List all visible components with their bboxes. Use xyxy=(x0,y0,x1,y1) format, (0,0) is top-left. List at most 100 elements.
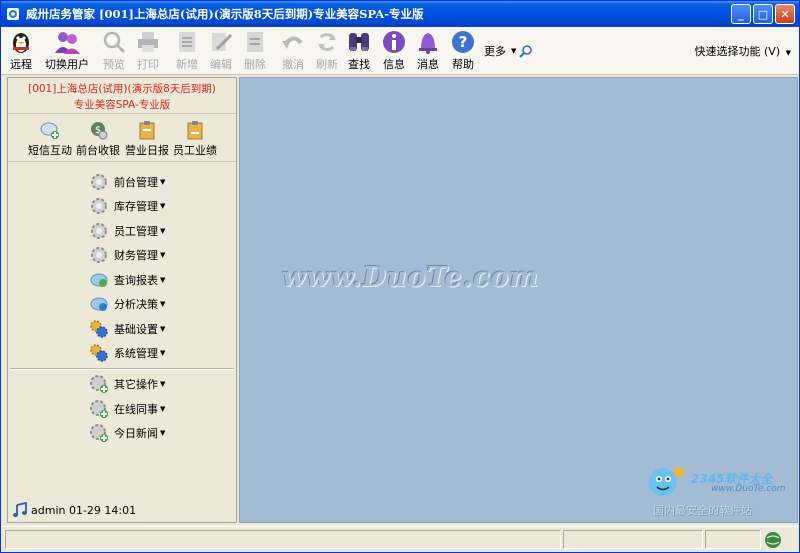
chevron-down-icon: ▼ xyxy=(160,202,166,210)
menu-label: 在线同事 xyxy=(114,403,158,416)
user-status-text: admin 01-29 14:01 xyxy=(31,503,137,517)
music-note-icon[interactable] xyxy=(12,502,28,518)
quick-select-menu[interactable]: 快速选择功能 (V) ▼ xyxy=(695,43,792,59)
menu-label: 其它操作 xyxy=(114,378,158,391)
chevron-down-icon: ▼ xyxy=(511,47,517,55)
shop-name-line2: 专业美容SPA-专业版 xyxy=(73,99,171,111)
preview-magnifier-icon xyxy=(103,31,126,54)
chevron-down-icon: ▼ xyxy=(160,251,166,259)
chevron-down-icon: ▼ xyxy=(785,49,791,57)
shortcut-label: 短信互动 xyxy=(28,144,72,157)
toolbar-preview-button[interactable]: 预览 xyxy=(100,29,128,72)
menu-basic-settings[interactable]: 基础设置 ▼ xyxy=(88,318,165,340)
binoculars-icon xyxy=(349,33,369,51)
chevron-down-icon: ▼ xyxy=(160,276,166,284)
shop-name-line1: [001]上海总店(试用)(演示版8天后到期) xyxy=(28,83,216,95)
gear-icon xyxy=(91,223,107,239)
shortcut-label: 员工业绩 xyxy=(173,144,217,157)
title-bar[interactable]: 威卅店务管家 [001]上海总店(试用)(演示版8天后到期)专业美容SPA-专业… xyxy=(1,1,799,27)
toolbar-add-button[interactable]: 新增 xyxy=(173,29,201,72)
edit-document-icon xyxy=(212,33,233,51)
toolbar-label: 消息 xyxy=(417,58,439,71)
toolbar-delete-button[interactable]: 删除 xyxy=(241,29,269,72)
app-icon xyxy=(7,8,19,20)
toolbar-help-button[interactable]: ? 帮助 xyxy=(449,29,477,72)
toolbar-remote-button[interactable]: 远程 xyxy=(7,29,35,72)
chevron-down-icon: ▼ xyxy=(160,349,166,357)
toolbar-refresh-button[interactable]: 刷新 xyxy=(313,29,341,72)
staff-performance-icon xyxy=(187,121,203,140)
menu-query-report[interactable]: 查询报表 ▼ xyxy=(88,269,165,291)
menu-today-news[interactable]: 今日新闻 ▼ xyxy=(88,422,165,444)
menu-staff[interactable]: 员工管理 ▼ xyxy=(88,220,165,242)
menu-finance[interactable]: 财务管理 ▼ xyxy=(88,244,165,266)
chevron-down-icon: ▼ xyxy=(160,325,166,333)
shortcut-daily-report[interactable]: 营业日报 xyxy=(125,120,169,158)
app-window: 威卅店务管家 [001]上海总店(试用)(演示版8天后到期)专业美容SPA-专业… xyxy=(0,0,800,553)
status-bar xyxy=(1,526,799,552)
menu-online-colleagues[interactable]: 在线同事 ▼ xyxy=(88,398,165,420)
gear-icon xyxy=(91,247,107,263)
gear-icon xyxy=(91,174,107,190)
undo-icon xyxy=(282,36,303,49)
chevron-down-icon: ▼ xyxy=(160,405,166,413)
toolbar-undo-button[interactable]: 撤消 xyxy=(279,29,307,72)
cartoon-logo-icon xyxy=(649,467,684,496)
menu-inventory[interactable]: 库存管理 ▼ xyxy=(88,195,165,217)
bell-icon xyxy=(419,33,437,54)
toolbar-label: 新增 xyxy=(176,58,198,71)
toolbar-edit-button[interactable]: 编辑 xyxy=(207,29,235,72)
status-panel-main xyxy=(5,530,561,549)
chevron-down-icon: ▼ xyxy=(160,178,166,186)
quick-select-label: 快速选择功能 (V) xyxy=(694,45,781,58)
gear-plus-icon xyxy=(90,424,108,442)
toolbar-label: 打印 xyxy=(137,58,159,71)
toolbar-label: 预览 xyxy=(103,58,125,71)
minimize-button[interactable]: _ xyxy=(731,4,751,24)
toolbar: 远程 切换用户 预览 打印 新增 编辑 删除 撤消 刷新 查找 信息 消息 ? … xyxy=(1,27,799,75)
toolbar-label: 切换用户 xyxy=(45,58,89,71)
shortcut-cashier[interactable]: $ 前台收银 xyxy=(76,120,120,158)
refresh-icon xyxy=(318,33,336,51)
shortcut-label: 营业日报 xyxy=(125,144,169,157)
corner-logo-slogan: 国内最安全的软件站 xyxy=(653,504,752,517)
shortcut-sms[interactable]: 短信互动 xyxy=(28,120,72,158)
analysis-icon xyxy=(90,297,108,311)
toolbar-print-button[interactable]: 打印 xyxy=(134,29,162,72)
svg-text:?: ? xyxy=(459,33,468,51)
menu-other-operations[interactable]: 其它操作 ▼ xyxy=(88,373,165,395)
system-gears-icon xyxy=(90,344,108,362)
switch-user-icon xyxy=(55,32,80,54)
watermark: www.DuoTe.com xyxy=(282,262,540,293)
main-workspace: www.DuoTe.com 2345软件大全 www.DuoTe.com 国内最… xyxy=(239,77,798,523)
corner-logo: 2345软件大全 www.DuoTe.com 国内最安全的软件站 xyxy=(643,460,793,520)
menu-analysis[interactable]: 分析决策 ▼ xyxy=(88,293,165,315)
shortcut-bar: 短信互动 $ 前台收银 营业日报 员工业绩 xyxy=(8,116,236,162)
shop-name: [001]上海总店(试用)(演示版8天后到期) 专业美容SPA-专业版 xyxy=(8,78,236,114)
gear-icon xyxy=(91,198,107,214)
menu-label: 系统管理 xyxy=(114,347,158,360)
shortcut-label: 前台收银 xyxy=(76,144,120,157)
menu-front-desk[interactable]: 前台管理 ▼ xyxy=(88,171,165,193)
toolbar-label: 远程 xyxy=(10,58,32,71)
toolbar-switch-user-button[interactable]: 切换用户 xyxy=(45,29,89,72)
globe-status-icon[interactable] xyxy=(763,530,783,550)
toolbar-label: 刷新 xyxy=(316,58,338,71)
menu-label: 财务管理 xyxy=(114,249,158,262)
status-panel-tertiary xyxy=(705,530,761,549)
toolbar-info-button[interactable]: 信息 xyxy=(380,29,408,72)
daily-report-icon xyxy=(139,121,155,140)
sms-icon xyxy=(40,122,59,139)
menu-label: 基础设置 xyxy=(114,323,158,336)
search-icon[interactable] xyxy=(519,44,533,58)
menu-system[interactable]: 系统管理 ▼ xyxy=(88,342,165,364)
close-button[interactable]: ✕ xyxy=(775,4,795,24)
toolbar-message-button[interactable]: 消息 xyxy=(414,29,442,72)
maximize-button[interactable]: □ xyxy=(753,4,773,24)
toolbar-find-button[interactable]: 查找 xyxy=(345,29,373,72)
shortcut-staff-performance[interactable]: 员工业绩 xyxy=(173,120,217,158)
gear-plus-icon xyxy=(90,375,108,393)
help-icon: ? xyxy=(452,31,474,53)
more-dropdown[interactable]: 更多 ▼ xyxy=(484,43,533,59)
menu-label: 今日新闻 xyxy=(114,427,158,440)
